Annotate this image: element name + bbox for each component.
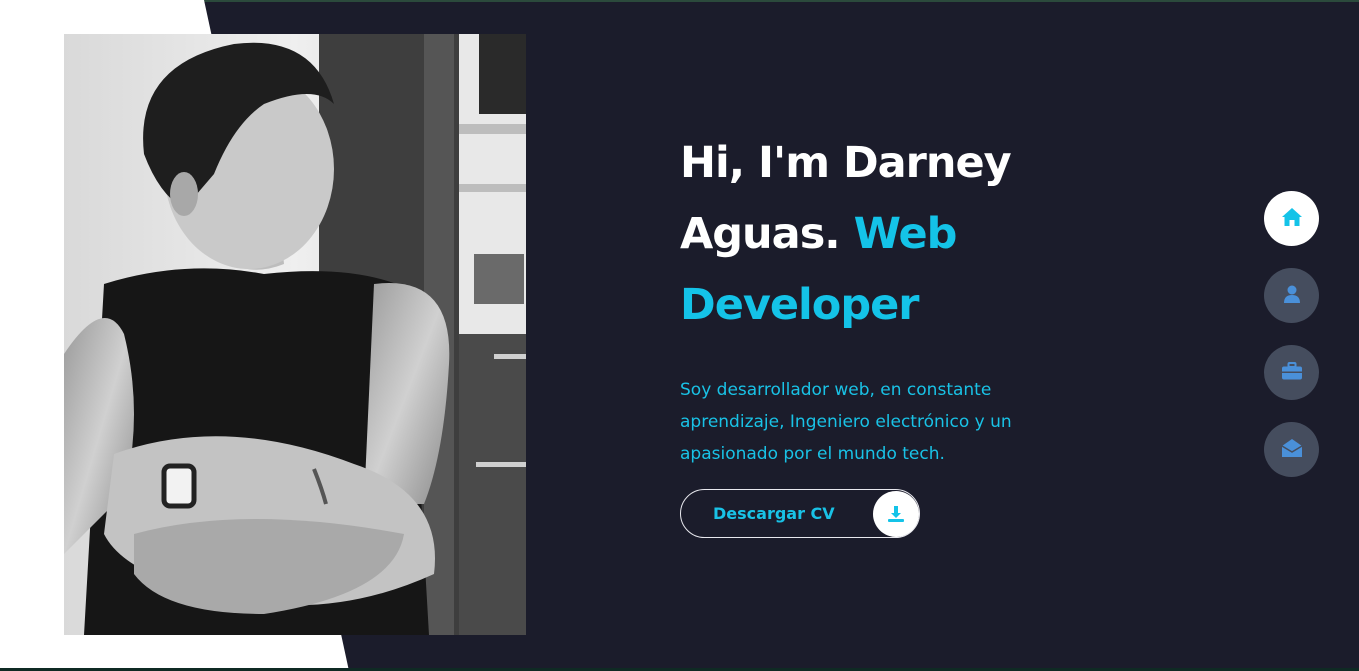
hero-section: Hi, I'm Darney Aguas. Web Developer Soy de… (680, 128, 1100, 470)
user-icon (1282, 284, 1302, 308)
nav-portfolio-button[interactable] (1264, 345, 1319, 400)
download-cv-button[interactable]: Descargar CV (680, 489, 920, 538)
nav-home-button[interactable] (1264, 191, 1319, 246)
hero-description: Soy desarrollador web, en constante apre… (680, 380, 1012, 464)
profile-photo (64, 34, 526, 635)
nav-contact-button[interactable] (1264, 422, 1319, 477)
hero-title-line1: Hi, I'm Darney (680, 138, 1012, 188)
hero-title: Hi, I'm Darney Aguas. Web Developer (680, 128, 1100, 341)
hero-title-line2: Aguas. (680, 209, 841, 259)
side-nav (1264, 191, 1319, 499)
download-cv-label: Descargar CV (713, 504, 835, 523)
home-icon (1281, 207, 1303, 231)
envelope-open-icon (1281, 438, 1303, 462)
nav-about-button[interactable] (1264, 268, 1319, 323)
hero-title-accent-word: Web (853, 209, 958, 259)
hero-title-line3: Developer (680, 280, 919, 330)
download-icon (873, 491, 919, 537)
briefcase-icon (1281, 361, 1303, 385)
